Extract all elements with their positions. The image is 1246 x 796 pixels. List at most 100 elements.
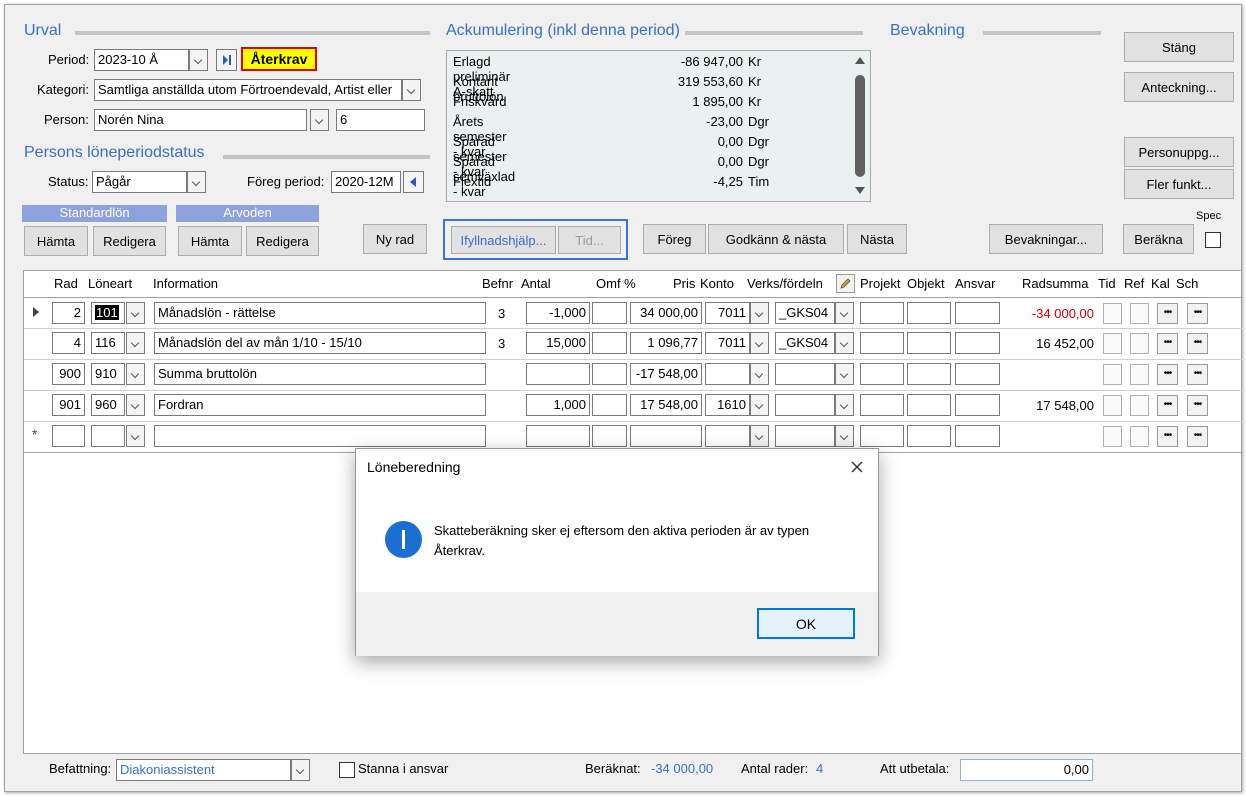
verks-dropdown-icon[interactable] bbox=[835, 332, 854, 354]
antal-cell[interactable] bbox=[526, 425, 590, 447]
ref-toggle[interactable] bbox=[1130, 333, 1149, 354]
konto-cell[interactable]: 7011 bbox=[705, 332, 750, 354]
ansvar-cell[interactable] bbox=[955, 332, 1000, 354]
objekt-cell[interactable] bbox=[907, 332, 951, 354]
tid-toggle[interactable] bbox=[1103, 333, 1122, 354]
verks-dropdown-icon[interactable] bbox=[835, 302, 854, 324]
verks-cell[interactable] bbox=[775, 394, 835, 416]
loneart-dropdown-icon[interactable] bbox=[126, 363, 145, 385]
sch-ellipsis-icon[interactable]: ••• bbox=[1187, 303, 1208, 324]
verks-dropdown-icon[interactable] bbox=[835, 363, 854, 385]
person-number-field[interactable]: 6 bbox=[336, 109, 425, 131]
foreg-period-field[interactable]: 2020-12M bbox=[331, 171, 401, 193]
fler-funkt-button[interactable]: Fler funkt... bbox=[1124, 169, 1234, 199]
rad-cell[interactable]: 2 bbox=[52, 302, 85, 324]
loneart-cell[interactable]: 101 bbox=[91, 302, 125, 324]
loneart-dropdown-icon[interactable] bbox=[126, 425, 145, 447]
sch-ellipsis-icon[interactable]: ••• bbox=[1187, 426, 1208, 447]
arvoden-redigera-button[interactable]: Redigera bbox=[246, 226, 319, 256]
antal-cell[interactable] bbox=[526, 363, 590, 385]
ny-rad-button[interactable]: Ny rad bbox=[363, 224, 427, 254]
loneart-dropdown-icon[interactable] bbox=[126, 332, 145, 354]
status-select[interactable]: Pågår bbox=[92, 171, 187, 193]
col-pris[interactable]: Pris bbox=[673, 276, 695, 291]
ansvar-cell[interactable] bbox=[955, 394, 1000, 416]
pencil-icon[interactable] bbox=[836, 274, 855, 293]
col-ref[interactable]: Ref bbox=[1124, 276, 1144, 291]
berakna-button[interactable]: Beräkna bbox=[1123, 224, 1194, 254]
pris-cell[interactable]: -17 548,00 bbox=[630, 363, 702, 385]
tid-toggle[interactable] bbox=[1103, 303, 1122, 324]
verks-cell[interactable] bbox=[775, 363, 835, 385]
col-omf[interactable]: Omf % bbox=[596, 276, 636, 291]
standardlon-hamta-button[interactable]: Hämta bbox=[24, 226, 88, 256]
stang-button[interactable]: Stäng bbox=[1124, 32, 1234, 62]
status-dropdown-icon[interactable] bbox=[187, 171, 206, 193]
col-kal[interactable]: Kal bbox=[1151, 276, 1170, 291]
arvoden-hamta-button[interactable]: Hämta bbox=[178, 226, 242, 256]
befattning-select[interactable]: Diakoniassistent bbox=[116, 759, 291, 781]
ansvar-cell[interactable] bbox=[955, 302, 1000, 324]
table-row[interactable]: 2 101 Månadslön - rättelse 3 -1,000 34 0… bbox=[24, 298, 1243, 328]
sch-ellipsis-icon[interactable]: ••• bbox=[1187, 333, 1208, 354]
sch-ellipsis-icon[interactable]: ••• bbox=[1187, 364, 1208, 385]
table-row[interactable]: 4 116 Månadslön del av mån 1/10 - 15/10 … bbox=[24, 329, 1243, 359]
col-antal[interactable]: Antal bbox=[521, 276, 551, 291]
omf-cell[interactable] bbox=[592, 425, 627, 447]
col-befnr[interactable]: Befnr bbox=[482, 276, 513, 291]
objekt-cell[interactable] bbox=[907, 425, 951, 447]
tid-button[interactable]: Tid... bbox=[558, 226, 621, 254]
scroll-up-icon[interactable] bbox=[855, 57, 865, 64]
sch-ellipsis-icon[interactable]: ••• bbox=[1187, 395, 1208, 416]
col-loneart[interactable]: Löneart bbox=[88, 276, 132, 291]
objekt-cell[interactable] bbox=[907, 363, 951, 385]
person-dropdown-icon[interactable] bbox=[310, 109, 329, 131]
rad-cell[interactable] bbox=[52, 425, 85, 447]
tid-toggle[interactable] bbox=[1103, 364, 1122, 385]
skip-to-last-icon[interactable] bbox=[216, 49, 237, 71]
table-row[interactable]: 900 910 Summa bruttolön -17 548,00 ••• •… bbox=[24, 360, 1243, 390]
col-ansvar[interactable]: Ansvar bbox=[955, 276, 995, 291]
period-select[interactable]: 2023-10 Å bbox=[94, 49, 189, 71]
rad-cell[interactable]: 900 bbox=[52, 363, 85, 385]
ansvar-cell[interactable] bbox=[955, 363, 1000, 385]
tid-toggle[interactable] bbox=[1103, 426, 1122, 447]
kal-ellipsis-icon[interactable]: ••• bbox=[1157, 426, 1178, 447]
projekt-cell[interactable] bbox=[860, 394, 904, 416]
antal-cell[interactable]: -1,000 bbox=[526, 302, 590, 324]
objekt-cell[interactable] bbox=[907, 302, 951, 324]
verks-dropdown-icon[interactable] bbox=[835, 394, 854, 416]
verks-cell[interactable] bbox=[775, 425, 835, 447]
kategori-select[interactable]: Samtliga anställda utom Förtroendevald, … bbox=[94, 79, 402, 101]
period-dropdown-icon[interactable] bbox=[189, 49, 208, 71]
col-tid[interactable]: Tid bbox=[1098, 276, 1116, 291]
information-cell[interactable] bbox=[154, 425, 486, 447]
pris-cell[interactable]: 1 096,77 bbox=[630, 332, 702, 354]
person-select[interactable]: Norén Nina bbox=[94, 109, 307, 131]
col-rad[interactable]: Rad bbox=[54, 276, 78, 291]
col-verks[interactable]: Verks/fördeln bbox=[747, 276, 823, 291]
omf-cell[interactable] bbox=[592, 302, 627, 324]
scroll-thumb[interactable] bbox=[855, 75, 865, 177]
loneart-cell[interactable] bbox=[91, 425, 125, 447]
ref-toggle[interactable] bbox=[1130, 364, 1149, 385]
pris-cell[interactable]: 17 548,00 bbox=[630, 394, 702, 416]
kal-ellipsis-icon[interactable]: ••• bbox=[1157, 333, 1178, 354]
stanna-checkbox[interactable] bbox=[339, 762, 355, 778]
projekt-cell[interactable] bbox=[860, 302, 904, 324]
konto-cell[interactable] bbox=[705, 363, 750, 385]
verks-cell[interactable]: _GKS04 bbox=[775, 332, 835, 354]
col-radsumma[interactable]: Radsumma bbox=[1022, 276, 1088, 291]
antal-cell[interactable]: 15,000 bbox=[526, 332, 590, 354]
loneart-cell[interactable]: 910 bbox=[91, 363, 125, 385]
kategori-dropdown-icon[interactable] bbox=[402, 79, 421, 101]
konto-cell[interactable]: 7011 bbox=[705, 302, 750, 324]
kal-ellipsis-icon[interactable]: ••• bbox=[1157, 395, 1178, 416]
verks-dropdown-icon[interactable] bbox=[835, 425, 854, 447]
col-projekt[interactable]: Projekt bbox=[860, 276, 900, 291]
ref-toggle[interactable] bbox=[1130, 303, 1149, 324]
konto-cell[interactable] bbox=[705, 425, 750, 447]
godkann-nasta-button[interactable]: Godkänn & nästa bbox=[708, 224, 844, 254]
personuppg-button[interactable]: Personuppg... bbox=[1124, 137, 1234, 167]
verks-cell[interactable]: _GKS04 bbox=[775, 302, 835, 324]
